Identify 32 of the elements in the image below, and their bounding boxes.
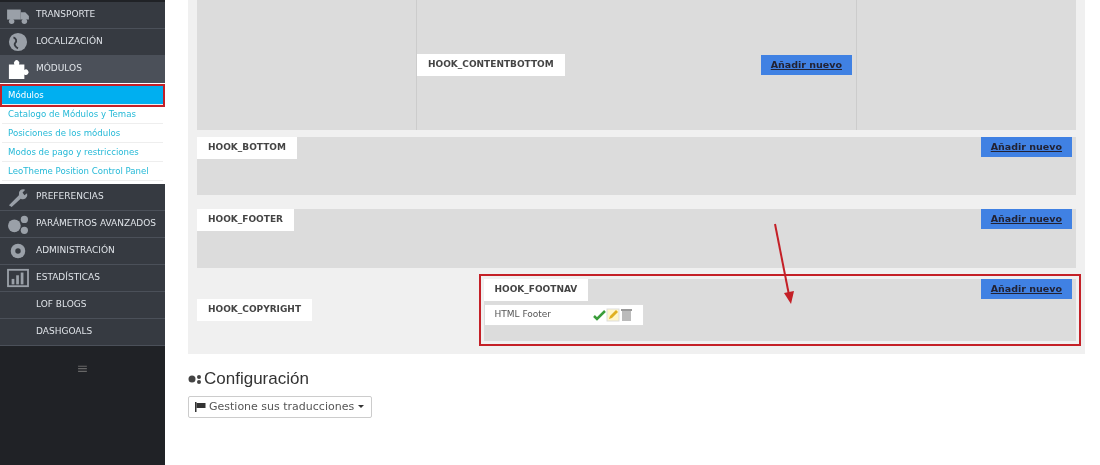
sidebar-item[interactable]: TRANSPORTE [0, 2, 165, 29]
globe-icon [6, 32, 30, 52]
gears-icon [6, 214, 30, 234]
add-button[interactable]: Añadir nuevo [980, 137, 1072, 158]
hook-label: HOOK_FOOTNAV [483, 279, 589, 301]
sidebar-item[interactable]: LOF BLOGS [0, 292, 165, 319]
hook-label: HOOK_FOOTER [197, 209, 294, 231]
hook-label: HOOK_BOTTOM [197, 137, 297, 159]
trash-icon[interactable] [620, 308, 632, 321]
pencil-icon[interactable] [606, 308, 619, 321]
check-icon[interactable] [592, 309, 606, 321]
bar-chart-icon [6, 268, 30, 288]
translations-dropdown[interactable]: Gestione sus traducciones [188, 395, 373, 418]
sidebar-item[interactable]: DASHGOALS [0, 319, 165, 346]
gears-icon [188, 373, 202, 384]
flag-icon [195, 401, 206, 412]
hook-label: HOOK_CONTENTBOTTOM [417, 54, 565, 76]
add-button[interactable]: Añadir nuevo [760, 54, 852, 76]
sidebar-item[interactable]: ADMINISTRACIÓN [0, 238, 165, 265]
wrench-icon [6, 187, 30, 207]
module-name: HTML Footer [494, 307, 553, 321]
sidebar-item[interactable]: PREFERENCIAS [0, 184, 165, 211]
sidebar-item[interactable]: LOCALIZACIÓN [0, 29, 165, 56]
section-title: Configuración [188, 366, 1100, 392]
puzzle-icon [6, 59, 30, 79]
hook-label: HOOK_COPYRIGHT [197, 299, 312, 321]
add-button[interactable]: Añadir nuevo [980, 209, 1072, 230]
sidebar-item[interactable]: ESTADÍSTICAS [0, 265, 165, 292]
add-button[interactable]: Añadir nuevo [980, 279, 1072, 300]
caret-icon [357, 404, 366, 410]
sidebar-item[interactable]: PARÁMETROS AVANZADOS [0, 211, 165, 238]
sidebar-item[interactable]: MÓDULOS [0, 56, 165, 83]
